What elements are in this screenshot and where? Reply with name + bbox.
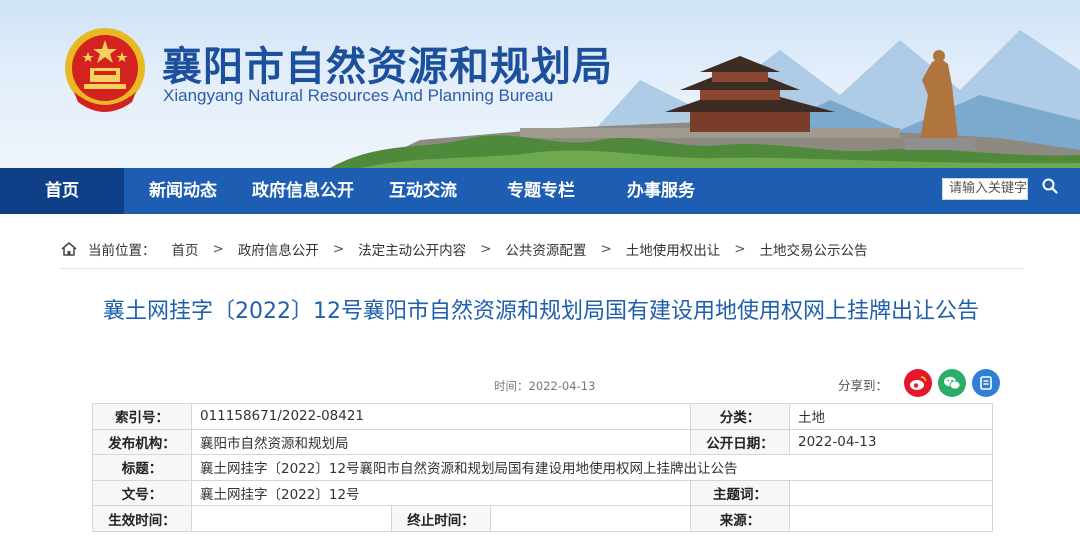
breadcrumb-item-statutory[interactable]: 法定主动公开内容 — [358, 239, 466, 259]
breadcrumb-separator: > — [332, 241, 345, 257]
table-row: 文号： 襄土网挂字〔2022〕12号 主题词： — [92, 479, 993, 507]
share-icon — [980, 376, 992, 390]
table-row: 索引号： 011158671/2022-08421 分类： 土地 — [92, 403, 993, 430]
table-row: 标题： 襄土网挂字〔2022〕12号襄阳市自然资源和规划局国有建设用地使用权网上… — [92, 454, 993, 481]
article-title: 襄土网挂字〔2022〕12号襄阳市自然资源和规划局国有建设用地使用权网上挂牌出让… — [103, 299, 979, 324]
share-label: 分享到： — [838, 378, 889, 393]
subject-label: 主题词： — [690, 479, 790, 507]
search-input[interactable]: 请输入关键字 — [942, 178, 1028, 200]
nav-item-services[interactable]: 办事服务 — [600, 168, 722, 214]
nav-item-topics[interactable]: 专题专栏 — [482, 168, 600, 214]
search-icon — [1042, 178, 1058, 194]
effective-value — [191, 505, 392, 532]
breadcrumb-divider — [60, 268, 1024, 269]
wechat-share-button[interactable] — [938, 369, 966, 397]
breadcrumb-separator: > — [600, 241, 612, 257]
index-no-value: 011158671/2022-08421 — [191, 403, 691, 430]
main-nav: 首页 新闻动态 政府信息公开 互动交流 专题专栏 办事服务 — [0, 168, 1080, 214]
title-label: 标题： — [92, 454, 192, 481]
info-table: 索引号： 011158671/2022-08421 分类： 土地 发布机构： 襄… — [92, 403, 993, 532]
header-banner: 襄阳市自然资源和规划局 Xiangyang Natural Resources … — [0, 0, 1080, 168]
time-value: 2022-04-13 — [528, 379, 596, 393]
article-time: 时间：2022-04-13 — [494, 378, 595, 394]
title-value: 襄土网挂字〔2022〕12号襄阳市自然资源和规划局国有建设用地使用权网上挂牌出让… — [191, 454, 993, 481]
weibo-icon — [910, 376, 927, 390]
index-no-label: 索引号： — [92, 403, 192, 430]
breadcrumb: 当前位置： 首页 > 政府信息公开 > 法定主动公开内容 > 公共资源配置 > … — [60, 238, 868, 260]
publish-date-value: 2022-04-13 — [789, 428, 993, 456]
breadcrumb-item-home[interactable]: 首页 — [172, 239, 199, 259]
subject-value — [789, 479, 993, 507]
breadcrumb-item-gov-info[interactable]: 政府信息公开 — [238, 239, 319, 259]
breadcrumb-separator: > — [212, 241, 224, 257]
table-row: 发布机构： 襄阳市自然资源和规划局 公开日期： 2022-04-13 — [92, 428, 993, 456]
publisher-value: 襄阳市自然资源和规划局 — [191, 428, 691, 456]
end-value — [490, 505, 691, 532]
table-row: 生效时间： 终止时间： 来源： — [92, 505, 993, 532]
source-label: 来源： — [690, 505, 790, 532]
home-icon — [61, 242, 77, 256]
nav-item-interaction[interactable]: 互动交流 — [364, 168, 482, 214]
end-label: 终止时间： — [391, 505, 491, 532]
national-emblem-icon — [65, 28, 145, 112]
nav-item-home[interactable]: 首页 — [0, 168, 124, 214]
site-title: 襄阳市自然资源和规划局 — [162, 44, 613, 90]
category-label: 分类： — [690, 403, 790, 430]
doc-no-label: 文号： — [92, 479, 192, 507]
breadcrumb-item-land-notice[interactable]: 土地交易公示公告 — [760, 239, 868, 259]
breadcrumb-item-public-resources[interactable]: 公共资源配置 — [505, 239, 586, 259]
breadcrumb-separator: > — [480, 241, 492, 257]
time-label: 时间： — [494, 379, 529, 393]
wechat-icon — [944, 376, 961, 390]
share-more-button[interactable] — [972, 369, 1000, 397]
source-value — [789, 505, 993, 532]
breadcrumb-prefix: 当前位置： — [88, 243, 156, 259]
nav-item-news[interactable]: 新闻动态 — [124, 168, 242, 214]
category-value: 土地 — [789, 403, 993, 430]
weibo-share-button[interactable] — [904, 369, 932, 397]
doc-no-value: 襄土网挂字〔2022〕12号 — [191, 479, 691, 507]
publish-date-label: 公开日期： — [690, 428, 790, 456]
effective-label: 生效时间： — [92, 505, 192, 532]
breadcrumb-item-land-transfer[interactable]: 土地使用权出让 — [626, 239, 721, 259]
search-button[interactable] — [1028, 172, 1072, 200]
publisher-label: 发布机构： — [92, 428, 192, 456]
breadcrumb-separator: > — [734, 241, 746, 257]
site-subtitle: Xiangyang Natural Resources And Planning… — [163, 86, 554, 105]
nav-item-gov-info[interactable]: 政府信息公开 — [242, 168, 364, 214]
